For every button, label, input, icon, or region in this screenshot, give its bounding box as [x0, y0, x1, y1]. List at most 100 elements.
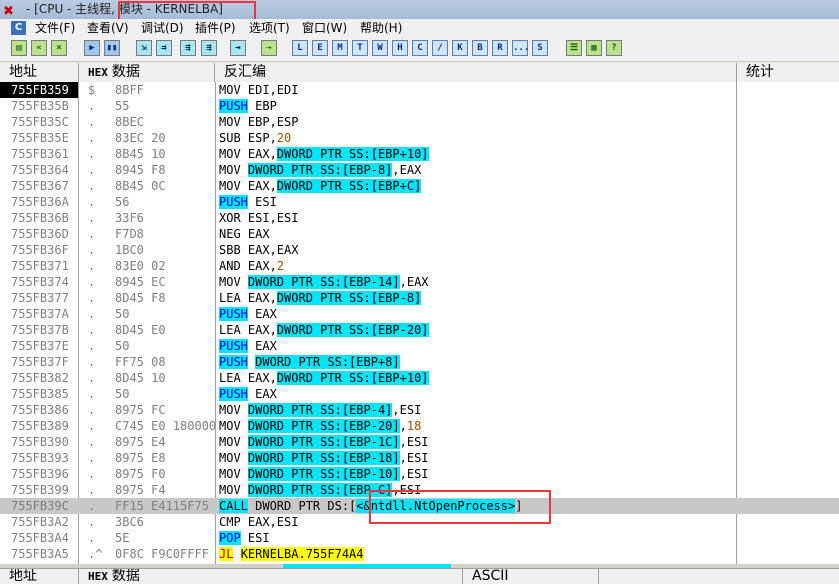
menu-plugins[interactable]: 插件(P) [195, 19, 236, 38]
memory-operand: DWORD PTR SS:[EBP-8] [247, 163, 393, 177]
table-row[interactable]: 755FB37A. 50 PUSH EAX [0, 306, 839, 322]
table-row[interactable]: 755FB36B. 33F6 XOR ESI,ESI [0, 210, 839, 226]
toolbar-log-button[interactable]: L [292, 40, 308, 56]
dump-column-ascii[interactable]: ASCII [463, 569, 599, 584]
row-marker: . [88, 323, 96, 337]
row-address: 755FB386 [11, 403, 69, 417]
toolbar-cpu-button[interactable]: C [412, 40, 428, 56]
row-disassembly: LEA EAX,DWORD PTR SS:[EBP+10] [219, 370, 739, 386]
mnemonic: PUSH [219, 307, 248, 321]
column-hex-tag: HEX [88, 66, 108, 79]
table-row[interactable]: 755FB389. C745 E0 1800000 MOV DWORD PTR SS… [0, 418, 839, 434]
open-file-icon[interactable]: ▤ [11, 40, 27, 56]
trace-into-icon[interactable]: ⇶ [180, 40, 196, 56]
table-row[interactable]: 755FB385. 50 PUSH EAX [0, 386, 839, 402]
pause-icon[interactable]: ▮▮ [104, 40, 120, 56]
column-hex-data[interactable]: HEX 数据 [79, 63, 215, 82]
table-row[interactable]: 755FB35C. 8BEC MOV EBP,ESP [0, 114, 839, 130]
row-address: 755FB385 [11, 387, 69, 401]
row-marker: . [88, 275, 96, 289]
menu-options[interactable]: 选项(T) [249, 19, 290, 38]
dump-column-address[interactable]: 地址 [0, 569, 79, 584]
toolbar-memory-button[interactable]: M [332, 40, 348, 56]
help-icon[interactable]: ? [606, 40, 622, 56]
toolbar-breakpoints-button[interactable]: B [472, 40, 488, 56]
table-row[interactable]: 755FB37B. 8D45 E0 LEA EAX,DWORD PTR SS:[EB… [0, 322, 839, 338]
row-address: 755FB367 [11, 179, 69, 193]
column-address[interactable]: 地址 [0, 63, 79, 82]
table-row[interactable]: 755FB35E. 83EC 20 SUB ESP,20 [0, 130, 839, 146]
toolbar-source-button[interactable]: S [532, 40, 548, 56]
list-view-icon[interactable]: ☰ [566, 40, 582, 56]
column-comment[interactable]: 统计 [737, 63, 839, 82]
go-to-icon[interactable]: ⇢ [261, 40, 277, 56]
row-address: 755FB36B [11, 211, 69, 225]
immediate-value: 18 [406, 419, 422, 433]
table-row[interactable]: 755FB382. 8D45 10 LEA EAX,DWORD PTR SS:[EB… [0, 370, 839, 386]
menu-view[interactable]: 查看(V) [87, 19, 129, 38]
menu-help[interactable]: 帮助(H) [360, 19, 402, 38]
immediate-value: 2 [276, 259, 285, 273]
instruction-text: MOV [219, 163, 248, 177]
row-hex-bytes: 8BEC [115, 115, 144, 129]
row-hex-bytes: 50 [115, 339, 130, 353]
table-row[interactable]: 755FB386. 8975 FC MOV DWORD PTR SS:[EBP-4]… [0, 402, 839, 418]
row-hex-bytes: F7D8 [115, 227, 144, 241]
table-row[interactable]: 755FB390. 8975 E4 MOV DWORD PTR SS:[EBP-1C… [0, 434, 839, 450]
toolbar-modules-button[interactable]: E [312, 40, 328, 56]
table-row[interactable]: 755FB377. 8D45 F8 LEA EAX,DWORD PTR SS:[EB… [0, 290, 839, 306]
menu-window[interactable]: 窗口(W) [302, 19, 347, 38]
row-hex-bytes: 50 [115, 307, 130, 321]
menu-file[interactable]: 文件(F) [35, 19, 75, 38]
close-icon[interactable]: × [51, 40, 67, 56]
dump-column-hex-data[interactable]: HEX 数据 [79, 569, 463, 584]
toolbar-runtrace-button[interactable]: ... [512, 40, 529, 56]
table-row[interactable]: 755FB3A5 .^ 0F8C F9C0FFFF JL KERNELBA.755F7… [0, 546, 839, 562]
table-row[interactable]: 755FB36A. 56 PUSH ESI [0, 194, 839, 210]
row-marker: . [88, 195, 96, 209]
table-row[interactable]: 755FB374. 8945 EC MOV DWORD PTR SS:[EBP-14… [0, 274, 839, 290]
table-row[interactable]: 755FB35B. 55 PUSH EBP [0, 98, 839, 114]
table-row[interactable]: 755FB36F. 1BC0 SBB EAX,EAX [0, 242, 839, 258]
memory-operand: DWORD PTR SS:[EBP+10] [276, 371, 429, 385]
run-icon[interactable]: ▶ [84, 40, 100, 56]
row-disassembly: MOV EDI,EDI [219, 82, 739, 98]
toolbar-handles-button[interactable]: H [392, 40, 408, 56]
table-row[interactable]: 755FB367. 8B45 0C MOV EAX,DWORD PTR SS:[EB… [0, 178, 839, 194]
toolbar-threads-button[interactable]: T [352, 40, 368, 56]
step-over-icon[interactable]: ⇉ [156, 40, 172, 56]
column-disassembly[interactable]: 反汇编 [215, 63, 737, 82]
cpu-window-icon[interactable]: C [11, 21, 26, 35]
row-address: 755FB37E [11, 339, 69, 353]
toolbar-patches-button[interactable]: / [432, 40, 448, 56]
row-address: 755FB37B [11, 323, 69, 337]
table-row[interactable]: 755FB36D. F7D8 NEG EAX [0, 226, 839, 242]
step-into-icon[interactable]: ⇲ [136, 40, 152, 56]
jump-target: KERNELBA.755F74A4 [240, 547, 364, 561]
row-address: 755FB399 [11, 483, 69, 497]
row-address: 755FB35C [11, 115, 69, 129]
restart-icon[interactable]: « [31, 40, 47, 56]
trace-over-icon[interactable]: ⇶ [201, 40, 217, 56]
toolbar-callstack-button[interactable]: K [452, 40, 468, 56]
table-row[interactable]: 755FB393. 8975 E8 MOV DWORD PTR SS:[EBP-18… [0, 450, 839, 466]
table-row[interactable]: 755FB37F. FF75 08 PUSH DWORD PTR SS:[EBP+8… [0, 354, 839, 370]
row-disassembly: MOV DWORD PTR SS:[EBP-1C],ESI [219, 434, 739, 450]
table-row[interactable]: 755FB37E. 50 PUSH EAX [0, 338, 839, 354]
row-disassembly: MOV EBP,ESP [219, 114, 739, 130]
row-address: 755FB37F [11, 355, 69, 369]
table-row[interactable]: 755FB364. 8945 F8 MOV DWORD PTR SS:[EBP-8]… [0, 162, 839, 178]
grid-view-icon[interactable]: ▦ [586, 40, 602, 56]
toolbar-windows-button[interactable]: W [372, 40, 388, 56]
menu-debug[interactable]: 调试(D) [141, 19, 184, 38]
table-row[interactable]: 755FB359 $8BFF MOV EDI,EDI [0, 82, 839, 98]
table-row[interactable]: 755FB396. 8975 F0 MOV DWORD PTR SS:[EBP-10… [0, 466, 839, 482]
toolbar-references-button[interactable]: R [492, 40, 508, 56]
table-row[interactable]: 755FB371. 83E0 02 AND EAX,2 [0, 258, 839, 274]
execute-till-return-icon[interactable]: ⇥ [230, 40, 246, 56]
table-row[interactable]: 755FB361. 8B45 10 MOV EAX,DWORD PTR SS:[EB… [0, 146, 839, 162]
row-hex-bytes: 33F6 [115, 211, 144, 225]
table-row[interactable]: 755FB3A4. 5E POP ESI [0, 530, 839, 546]
row-marker: . [88, 419, 96, 433]
row-hex-bytes: 83EC 20 [115, 131, 166, 145]
